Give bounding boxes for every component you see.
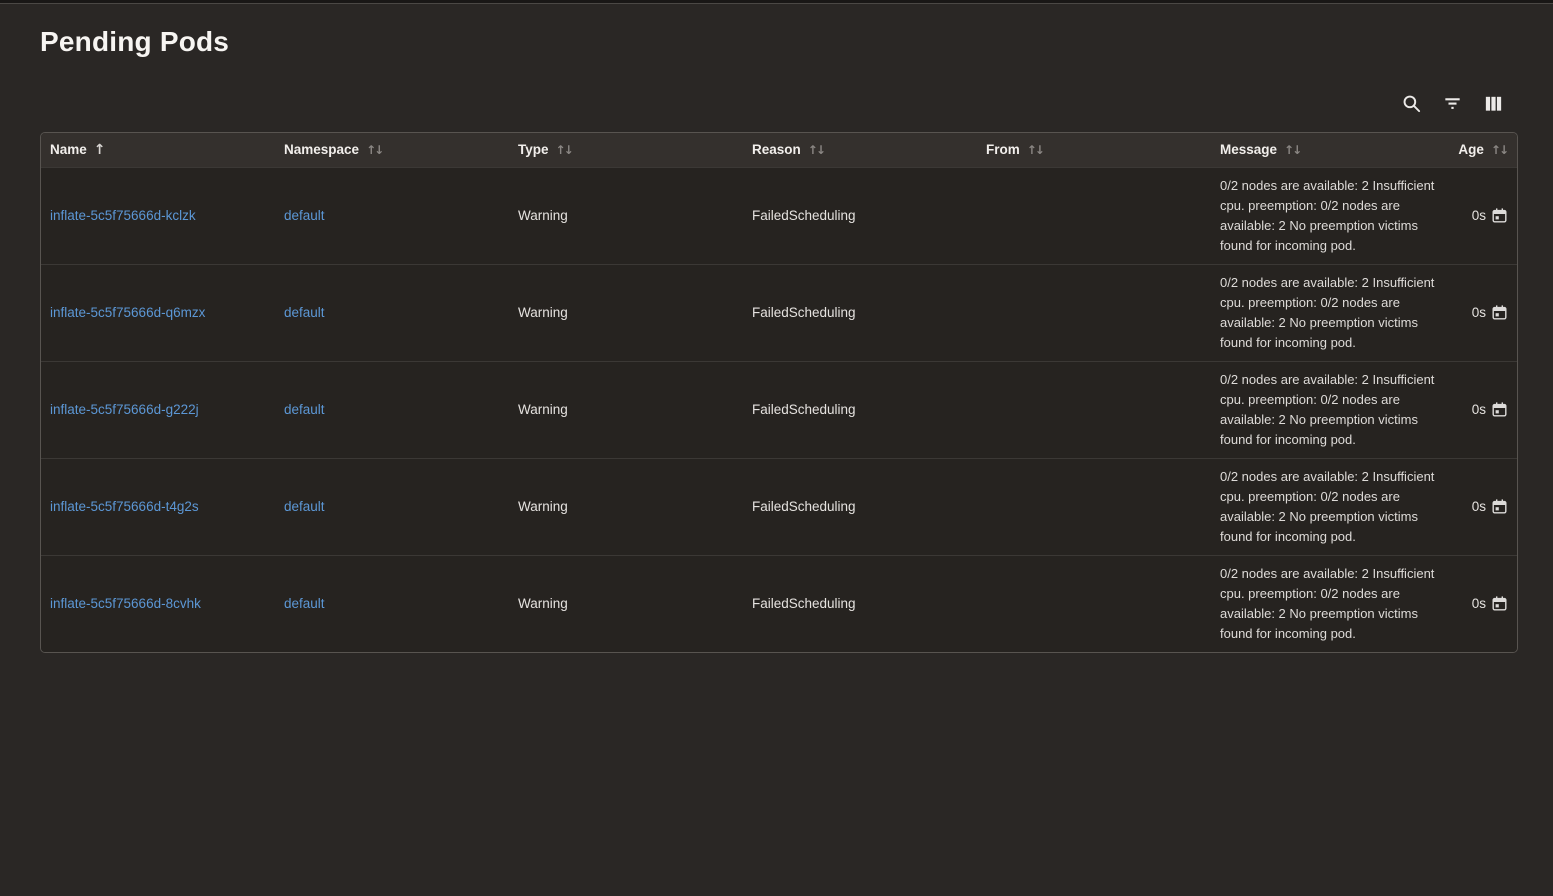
event-reason: FailedScheduling xyxy=(752,596,856,611)
event-type: Warning xyxy=(518,208,568,223)
search-button[interactable] xyxy=(1400,92,1422,114)
event-message: 0/2 nodes are available: 2 Insufficient … xyxy=(1211,264,1446,361)
filter-button[interactable] xyxy=(1441,92,1463,114)
table-row: inflate-5c5f75666d-g222j default Warning… xyxy=(41,361,1517,458)
sort-icon: ↑ xyxy=(94,142,106,158)
event-reason: FailedScheduling xyxy=(752,402,856,417)
table-row: inflate-5c5f75666d-kclzk default Warning… xyxy=(41,167,1517,264)
event-age: 0s xyxy=(1472,208,1486,223)
search-icon xyxy=(1401,93,1422,114)
calendar-icon xyxy=(1492,596,1507,611)
namespace-link[interactable]: default xyxy=(284,305,325,320)
event-message: 0/2 nodes are available: 2 Insufficient … xyxy=(1211,167,1446,264)
event-message: 0/2 nodes are available: 2 Insufficient … xyxy=(1211,555,1446,652)
pod-name-link[interactable]: inflate-5c5f75666d-8cvhk xyxy=(50,596,201,611)
calendar-icon xyxy=(1492,402,1507,417)
table-row: inflate-5c5f75666d-8cvhk default Warning… xyxy=(41,555,1517,652)
namespace-link[interactable]: default xyxy=(284,402,325,417)
event-type: Warning xyxy=(518,499,568,514)
table-header-row: Name ↑ Namespace ↑↓ Type ↑↓ Reason ↑↓ From ↑↓… xyxy=(41,133,1517,167)
column-header-age[interactable]: Age ↑↓ xyxy=(1446,133,1517,167)
column-header-namespace[interactable]: Namespace ↑↓ xyxy=(275,133,509,167)
calendar-icon xyxy=(1492,208,1507,223)
sort-icon: ↑↓ xyxy=(556,143,572,157)
column-header-name[interactable]: Name ↑ xyxy=(41,133,275,167)
event-age: 0s xyxy=(1472,305,1486,320)
sort-icon: ↑↓ xyxy=(1027,143,1043,157)
sort-icon: ↑↓ xyxy=(1284,143,1300,157)
event-type: Warning xyxy=(518,305,568,320)
column-header-label: Namespace xyxy=(284,142,359,157)
column-header-label: Type xyxy=(518,142,549,157)
column-header-type[interactable]: Type ↑↓ xyxy=(509,133,743,167)
pending-pods-page: Pending Pods xyxy=(0,26,1553,653)
column-header-message[interactable]: Message ↑↓ xyxy=(1211,133,1446,167)
events-table-card: Name ↑ Namespace ↑↓ Type ↑↓ Reason ↑↓ From ↑↓… xyxy=(40,132,1518,653)
calendar-icon xyxy=(1492,499,1507,514)
event-type: Warning xyxy=(518,596,568,611)
table-row: inflate-5c5f75666d-t4g2s default Warning… xyxy=(41,458,1517,555)
namespace-link[interactable]: default xyxy=(284,596,325,611)
sort-icon: ↑↓ xyxy=(366,143,382,157)
page-title: Pending Pods xyxy=(40,26,1518,58)
column-header-from[interactable]: From ↑↓ xyxy=(977,133,1211,167)
event-reason: FailedScheduling xyxy=(752,499,856,514)
pod-name-link[interactable]: inflate-5c5f75666d-t4g2s xyxy=(50,499,199,514)
column-header-label: From xyxy=(986,142,1020,157)
event-age: 0s xyxy=(1472,596,1486,611)
namespace-link[interactable]: default xyxy=(284,499,325,514)
event-age: 0s xyxy=(1472,499,1486,514)
column-header-label: Age xyxy=(1458,142,1484,157)
namespace-link[interactable]: default xyxy=(284,208,325,223)
event-type: Warning xyxy=(518,402,568,417)
event-message: 0/2 nodes are available: 2 Insufficient … xyxy=(1211,361,1446,458)
table-toolbar xyxy=(40,91,1518,115)
event-message: 0/2 nodes are available: 2 Insufficient … xyxy=(1211,458,1446,555)
pod-name-link[interactable]: inflate-5c5f75666d-kclzk xyxy=(50,208,196,223)
columns-icon xyxy=(1483,93,1504,114)
calendar-icon xyxy=(1492,305,1507,320)
sort-icon: ↑↓ xyxy=(1491,143,1507,157)
columns-button[interactable] xyxy=(1482,92,1504,114)
column-header-label: Reason xyxy=(752,142,801,157)
column-header-reason[interactable]: Reason ↑↓ xyxy=(743,133,977,167)
column-header-label: Name xyxy=(50,142,87,157)
events-table: Name ↑ Namespace ↑↓ Type ↑↓ Reason ↑↓ From ↑↓… xyxy=(41,133,1517,652)
event-reason: FailedScheduling xyxy=(752,305,856,320)
sort-icon: ↑↓ xyxy=(808,143,824,157)
event-age: 0s xyxy=(1472,402,1486,417)
column-header-label: Message xyxy=(1220,142,1277,157)
event-reason: FailedScheduling xyxy=(752,208,856,223)
top-divider xyxy=(0,0,1553,4)
pod-name-link[interactable]: inflate-5c5f75666d-q6mzx xyxy=(50,305,205,320)
table-row: inflate-5c5f75666d-q6mzx default Warning… xyxy=(41,264,1517,361)
pod-name-link[interactable]: inflate-5c5f75666d-g222j xyxy=(50,402,199,417)
filter-icon xyxy=(1442,93,1463,114)
